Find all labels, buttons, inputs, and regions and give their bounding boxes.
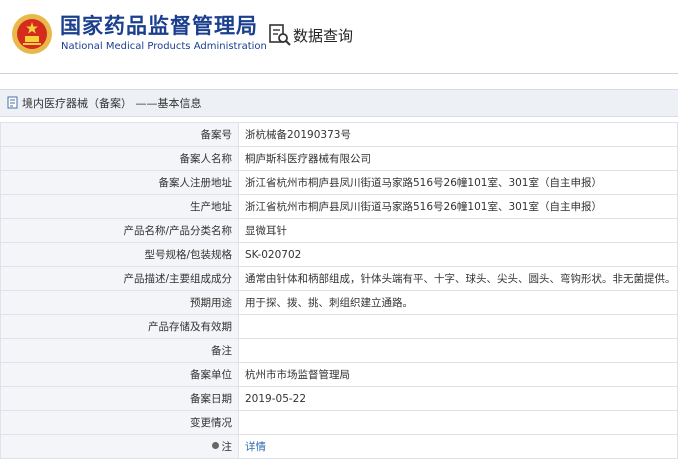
field-label: 预期用途 <box>0 290 239 315</box>
field-value: 用于探、拨、挑、刺组织建立通路。 <box>238 290 678 315</box>
pin-icon <box>211 442 219 449</box>
field-label: 产品存储及有效期 <box>0 314 239 339</box>
field-label: 生产地址 <box>0 194 239 219</box>
field-label: 注 <box>221 441 233 453</box>
header-divider <box>0 73 678 74</box>
national-emblem-icon <box>12 14 52 54</box>
field-value: 浙江省杭州市桐庐县凤川街道马家路516号26幢101室、301室（自主申报） <box>238 194 678 219</box>
field-label: 备案人名称 <box>0 146 239 171</box>
table-row: 预期用途 用于探、拨、挑、刺组织建立通路。 <box>0 290 678 315</box>
table-row: 生产地址 浙江省杭州市桐庐县凤川街道马家路516号26幢101室、301室（自主… <box>0 194 678 219</box>
document-search-icon <box>269 24 291 46</box>
table-row: 型号规格/包装规格 SK-020702 <box>0 242 678 267</box>
field-label: 产品名称/产品分类名称 <box>0 218 239 243</box>
field-value: 详情 <box>238 434 678 459</box>
table-row: 备案日期 2019-05-22 <box>0 386 678 411</box>
details-link[interactable]: 详情 <box>245 441 266 453</box>
field-value: 杭州市市场监督管理局 <box>238 362 678 387</box>
field-value: SK-020702 <box>238 242 678 267</box>
field-label: 备注 <box>0 338 239 363</box>
document-icon <box>7 96 18 109</box>
table-row: 产品名称/产品分类名称 显微耳针 <box>0 218 678 243</box>
table-row: 备案人注册地址 浙江省杭州市桐庐县凤川街道马家路516号26幢101室、301室… <box>0 170 678 195</box>
note-label-cell: 注 <box>0 434 239 459</box>
field-label: 型号规格/包装规格 <box>0 242 239 267</box>
field-value <box>238 314 678 339</box>
org-name-cn: 国家药品监督管理局 <box>60 14 258 38</box>
field-value: 浙江省杭州市桐庐县凤川街道马家路516号26幢101室、301室（自主申报） <box>238 170 678 195</box>
org-name-en: National Medical Products Administration <box>61 41 267 52</box>
field-label: 备案人注册地址 <box>0 170 239 195</box>
site-header: 国家药品监督管理局 National Medical Products Admi… <box>0 0 678 74</box>
table-row: 备案号 浙杭械备20190373号 <box>0 122 678 147</box>
field-label: 产品描述/主要组成成分 <box>0 266 239 291</box>
breadcrumb: 境内医疗器械（备案） ——基本信息 <box>0 89 678 117</box>
field-value: 2019-05-22 <box>238 386 678 411</box>
table-row: 备注 <box>0 338 678 363</box>
page-title: 数据查询 <box>293 27 354 45</box>
table-row: 产品存储及有效期 <box>0 314 678 339</box>
field-value: 桐庐斯科医疗器械有限公司 <box>238 146 678 171</box>
table-row: 备案人名称 桐庐斯科医疗器械有限公司 <box>0 146 678 171</box>
field-label: 备案单位 <box>0 362 239 387</box>
breadcrumb-text: 境内医疗器械（备案） ——基本信息 <box>22 97 202 110</box>
field-value: 显微耳针 <box>238 218 678 243</box>
field-label: 备案日期 <box>0 386 239 411</box>
record-info-table: 备案号 浙杭械备20190373号 备案人名称 桐庐斯科医疗器械有限公司 备案人… <box>0 122 678 459</box>
field-value <box>238 410 678 435</box>
field-value: 通常由针体和柄部组成，针体头端有平、十字、球头、尖头、圆头、弯钩形状。非无菌提供… <box>238 266 678 291</box>
table-row: 产品描述/主要组成成分 通常由针体和柄部组成，针体头端有平、十字、球头、尖头、圆… <box>0 266 678 291</box>
field-label: 变更情况 <box>0 410 239 435</box>
table-row: 备案单位 杭州市市场监督管理局 <box>0 362 678 387</box>
field-value <box>238 338 678 363</box>
field-value: 浙杭械备20190373号 <box>238 122 678 147</box>
field-label: 备案号 <box>0 122 239 147</box>
table-row: 变更情况 <box>0 410 678 435</box>
table-row: 注 详情 <box>0 434 678 459</box>
